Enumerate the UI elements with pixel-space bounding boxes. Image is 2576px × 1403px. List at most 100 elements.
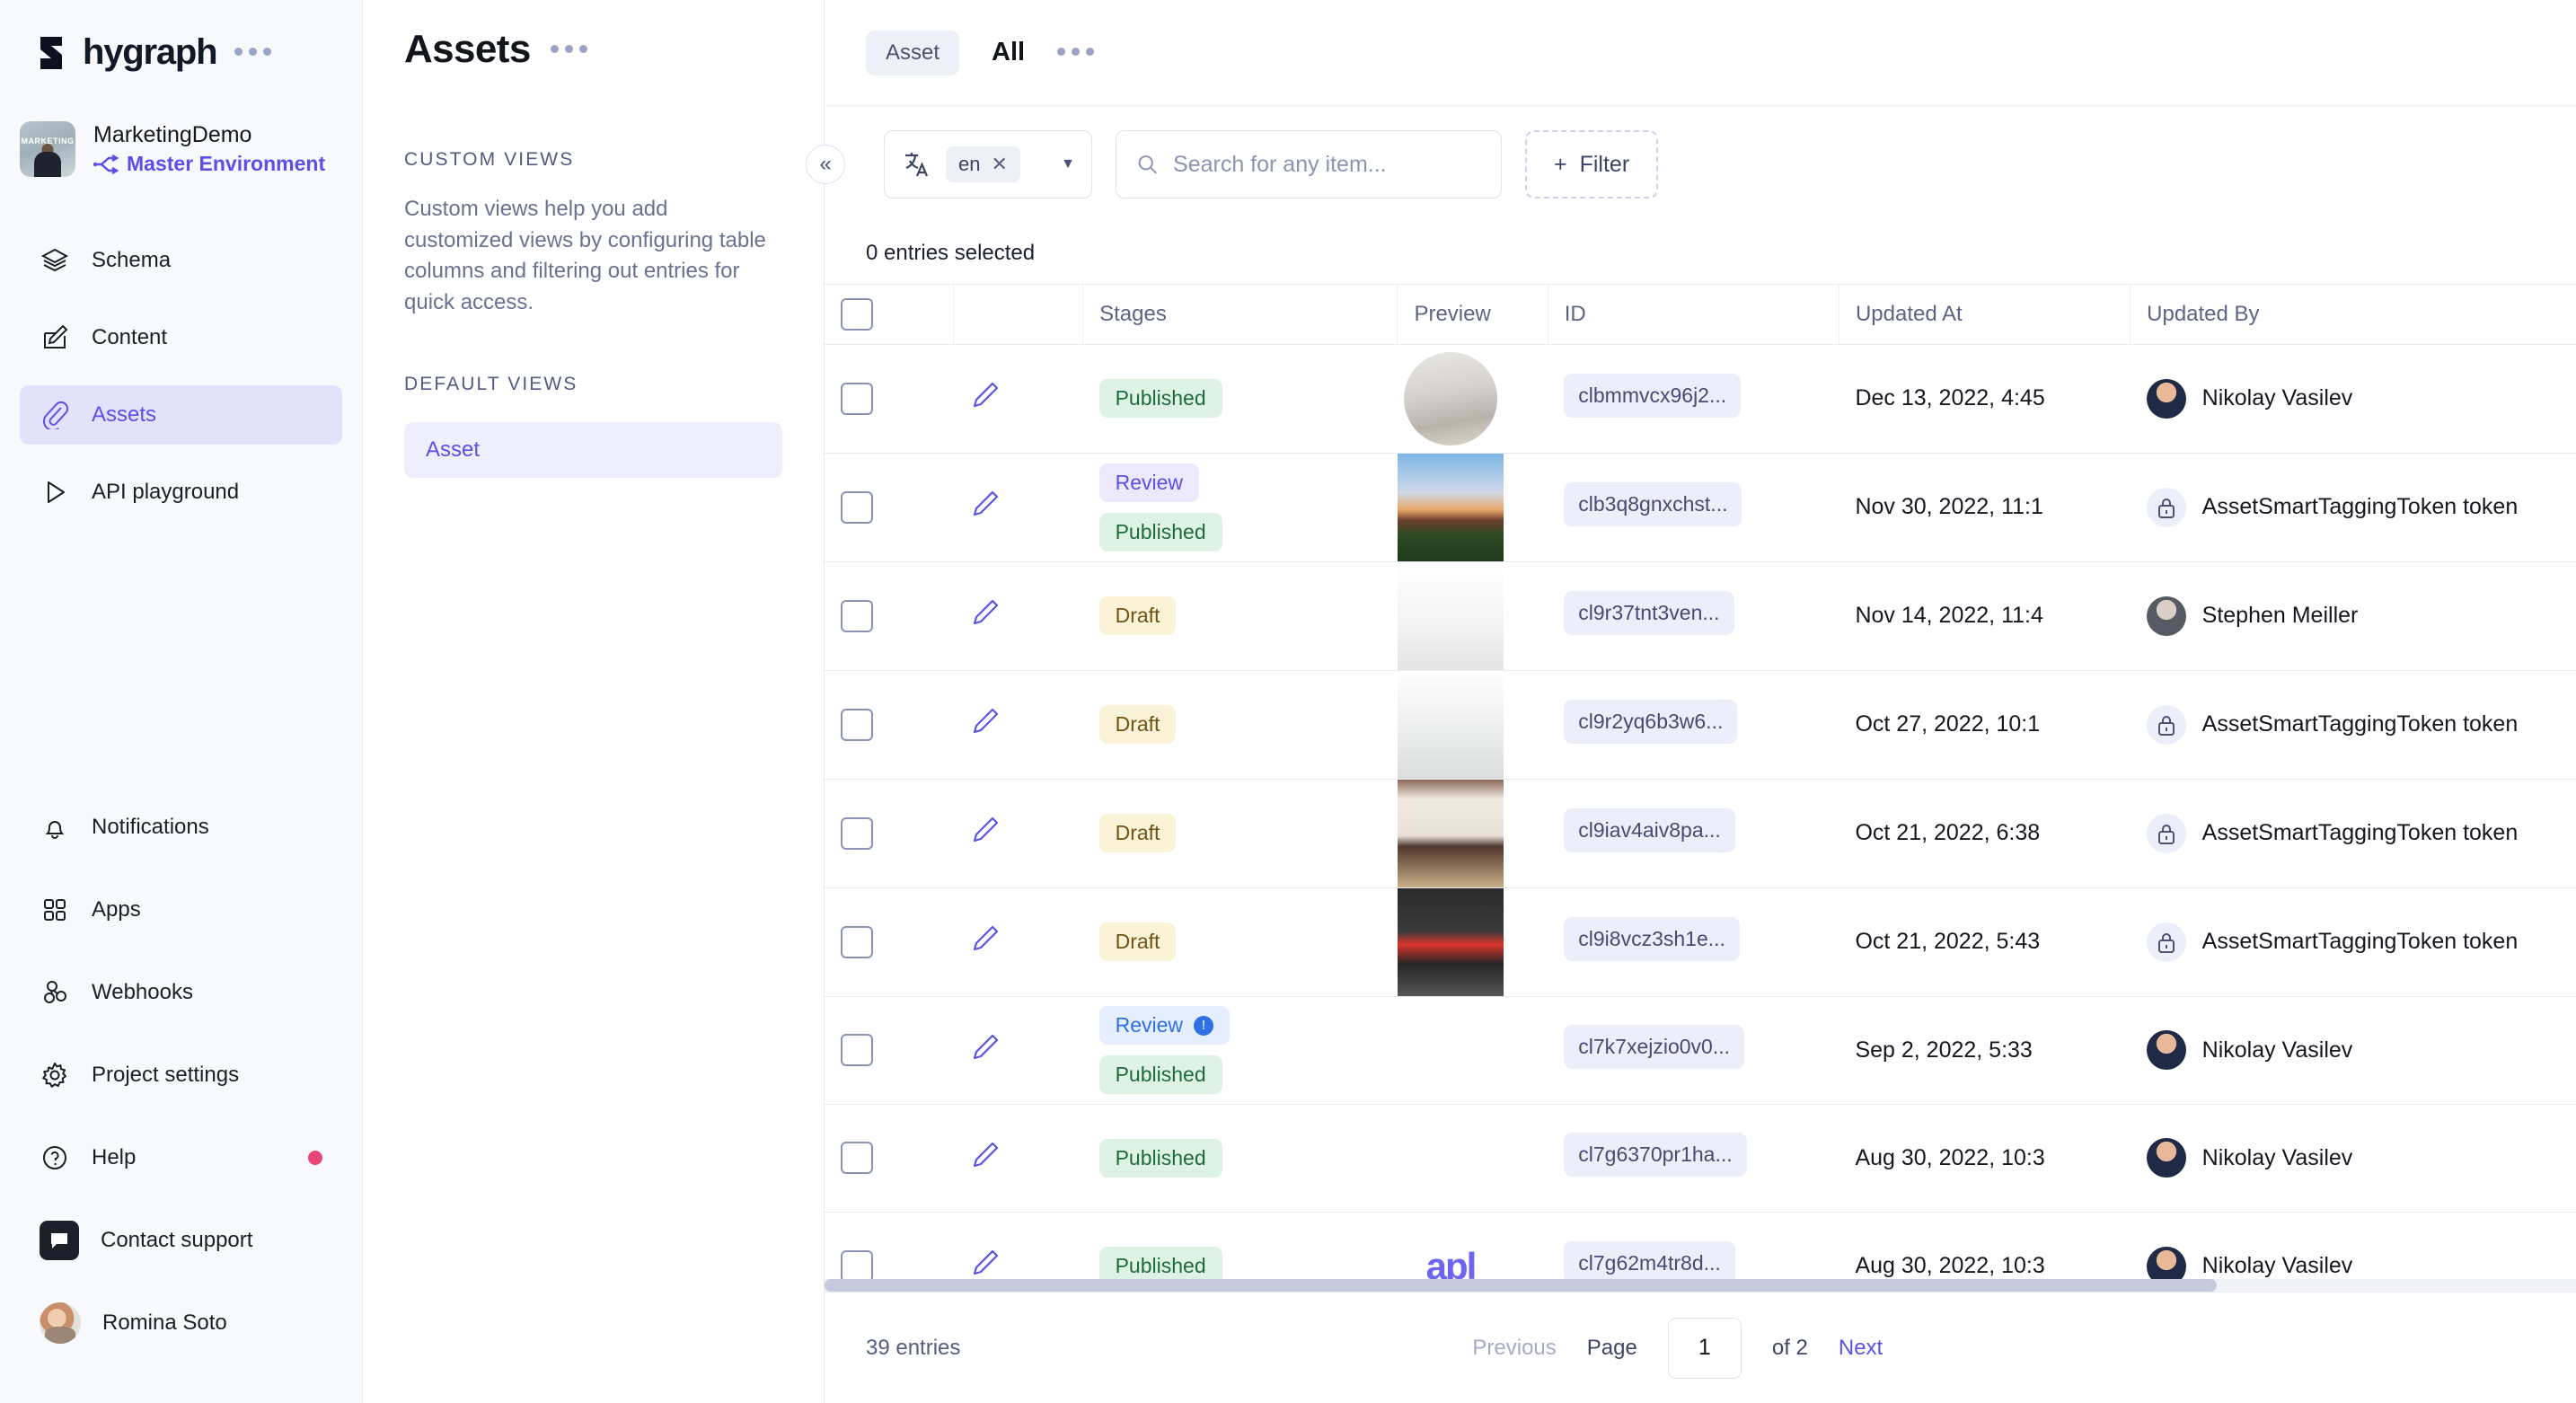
pencil-icon[interactable] [970, 1248, 1001, 1278]
id-chip[interactable]: cl9r37tnt3ven... [1564, 590, 1734, 635]
table-row[interactable]: Draft cl9r2yq6b3w6... Oct 27, 2022, 10:1 As… [825, 670, 2576, 780]
sidebar-item-webhooks[interactable]: Webhooks [20, 963, 342, 1022]
table-row[interactable]: Published clbmmvcx96j2... Dec 13, 2022, 4:… [825, 344, 2576, 454]
status-badge: Published [1098, 1138, 1222, 1178]
model-chip-asset[interactable]: Asset [866, 30, 960, 75]
pencil-icon[interactable] [970, 1140, 1001, 1170]
project-switcher[interactable]: MARKETING MarketingDemo Master Environme… [0, 73, 362, 177]
sidebar-item-user[interactable]: Romina Soto [20, 1293, 342, 1353]
preview-thumbnail [1397, 453, 1504, 561]
id-chip[interactable]: cl9r2yq6b3w6... [1564, 699, 1738, 744]
locale-selector[interactable]: en ✕ ▼ [884, 130, 1092, 199]
row-checkbox[interactable] [841, 1142, 873, 1174]
select-all-checkbox[interactable] [841, 297, 873, 331]
brand-more-icon[interactable] [234, 48, 272, 57]
row-checkbox[interactable] [841, 599, 873, 632]
table-row[interactable]: Review Published clb3q8gnxchst... Nov 30, 2… [825, 453, 2576, 562]
sidebar-item-apps[interactable]: Apps [20, 880, 342, 940]
add-filter-button[interactable]: + Filter [1525, 130, 1659, 199]
next-page-button[interactable]: Next [1839, 1336, 1883, 1361]
row-edit-cell [953, 996, 1083, 1105]
close-icon[interactable]: ✕ [991, 153, 1007, 176]
search-box[interactable] [1116, 130, 1502, 199]
default-view-item-asset[interactable]: Asset [404, 422, 782, 479]
updated-by: AssetSmartTaggingToken token [2146, 813, 2576, 853]
row-checkbox[interactable] [841, 708, 873, 741]
id-chip[interactable]: cl9i8vcz3sh1e... [1564, 916, 1740, 961]
tabs-more-icon[interactable] [1057, 48, 1095, 57]
sidebar-item-assets[interactable]: Assets [20, 385, 342, 445]
search-icon [1138, 155, 1158, 174]
sidebar-item-schema[interactable]: Schema [20, 231, 342, 290]
sidebar-item-content[interactable]: Content [20, 308, 342, 367]
updated-by-name: AssetSmartTaggingToken token [2201, 929, 2519, 954]
chevron-down-icon[interactable]: ▼ [1061, 156, 1075, 172]
status-badge: Review! [1098, 1006, 1231, 1045]
pencil-icon[interactable] [970, 597, 1001, 628]
views-more-icon[interactable] [550, 44, 587, 55]
id-chip[interactable]: clb3q8gnxchst... [1564, 481, 1742, 526]
table-row[interactable]: Draft cl9iav4aiv8pa... Oct 21, 2022, 6:38 A… [825, 779, 2576, 888]
id-chip[interactable]: clbmmvcx96j2... [1564, 373, 1742, 418]
project-thumbnail: MARKETING [20, 121, 75, 177]
pencil-icon[interactable] [970, 1032, 1001, 1063]
main-content: Asset All Upload + Add entry [806, 0, 2576, 1403]
tab-all[interactable]: All [992, 38, 1025, 67]
row-checkbox[interactable] [841, 1034, 873, 1066]
pencil-icon[interactable] [970, 489, 1001, 519]
environment-row[interactable]: Master Environment [93, 152, 325, 176]
sidebar-item-contact-support[interactable]: Contact support [20, 1211, 342, 1270]
th-updated-by[interactable]: Updated By [2130, 285, 2576, 345]
sidebar-item-help[interactable]: Help [20, 1128, 342, 1187]
avatar [2146, 1030, 2186, 1070]
table-row[interactable]: Draft cl9i8vcz3sh1e... Oct 21, 2022, 5:43 A… [825, 887, 2576, 997]
sidebar-item-notifications[interactable]: Notifications [20, 798, 342, 857]
app-root: hygraph MARKETING MarketingDemo Master E… [0, 0, 2576, 1403]
row-checkbox[interactable] [841, 925, 873, 958]
row-edit-cell [953, 670, 1083, 780]
pencil-icon[interactable] [970, 380, 1001, 410]
th-preview[interactable]: Preview [1397, 285, 1548, 345]
table-row[interactable]: Review! Published cl7k7xejzio0v0... Sep 2, … [825, 996, 2576, 1105]
table-row[interactable]: Published cl7g6370pr1ha... Aug 30, 2022, 1… [825, 1104, 2576, 1213]
th-id[interactable]: ID [1548, 285, 1839, 345]
horizontal-scrollbar[interactable] [825, 1279, 2576, 1292]
question-circle-icon [40, 1143, 70, 1173]
th-stages[interactable]: Stages [1082, 285, 1398, 345]
id-chip[interactable]: cl7g6370pr1ha... [1564, 1133, 1747, 1177]
pencil-icon[interactable] [970, 706, 1001, 737]
row-checkbox[interactable] [841, 382, 873, 415]
row-updated-by-cell: AssetSmartTaggingToken token [2130, 887, 2576, 997]
stage-stack: Published [1098, 1138, 1381, 1178]
row-checkbox[interactable] [841, 490, 873, 524]
sidebar-item-api-playground[interactable]: API playground [20, 463, 342, 522]
sidebar-item-project-settings[interactable]: Project settings [20, 1046, 342, 1105]
th-select-all [825, 285, 955, 345]
th-edit [953, 285, 1084, 345]
pencil-icon[interactable] [970, 815, 1001, 845]
previous-page-button[interactable]: Previous [1472, 1336, 1556, 1361]
sidebar-label-contact-support: Contact support [101, 1228, 253, 1252]
table-row[interactable]: Draft cl9r37tnt3ven... Nov 14, 2022, 11:4 S… [825, 561, 2576, 671]
id-chip[interactable]: cl9iav4aiv8pa... [1564, 807, 1735, 852]
sidebar-label-api-playground: API playground [92, 480, 240, 504]
page-number-input[interactable] [1667, 1317, 1742, 1379]
row-checkbox[interactable] [841, 816, 873, 850]
row-edit-cell [953, 561, 1083, 671]
collapse-panel-button[interactable]: « [806, 145, 845, 184]
hygraph-logo[interactable]: hygraph [36, 32, 218, 73]
row-preview-cell [1397, 1104, 1548, 1213]
stage-stack: Draft [1098, 814, 1381, 852]
row-select-cell [825, 779, 954, 888]
left-sidebar: hygraph MARKETING MarketingDemo Master E… [0, 0, 363, 1403]
id-chip[interactable]: cl7k7xejzio0v0... [1564, 1025, 1745, 1069]
pencil-icon[interactable] [970, 923, 1001, 954]
row-checkbox[interactable] [841, 1249, 873, 1283]
project-meta: MarketingDemo Master Environment [93, 122, 325, 176]
table-header-row: Stages Preview ID Updated At Updated By [825, 285, 2576, 345]
th-updated-at[interactable]: Updated At [1839, 285, 2131, 345]
webhook-icon [40, 977, 70, 1008]
search-input[interactable] [1173, 151, 1481, 178]
scrollbar-thumb[interactable] [825, 1279, 2217, 1292]
row-id-cell: cl9r2yq6b3w6... [1548, 670, 1839, 780]
